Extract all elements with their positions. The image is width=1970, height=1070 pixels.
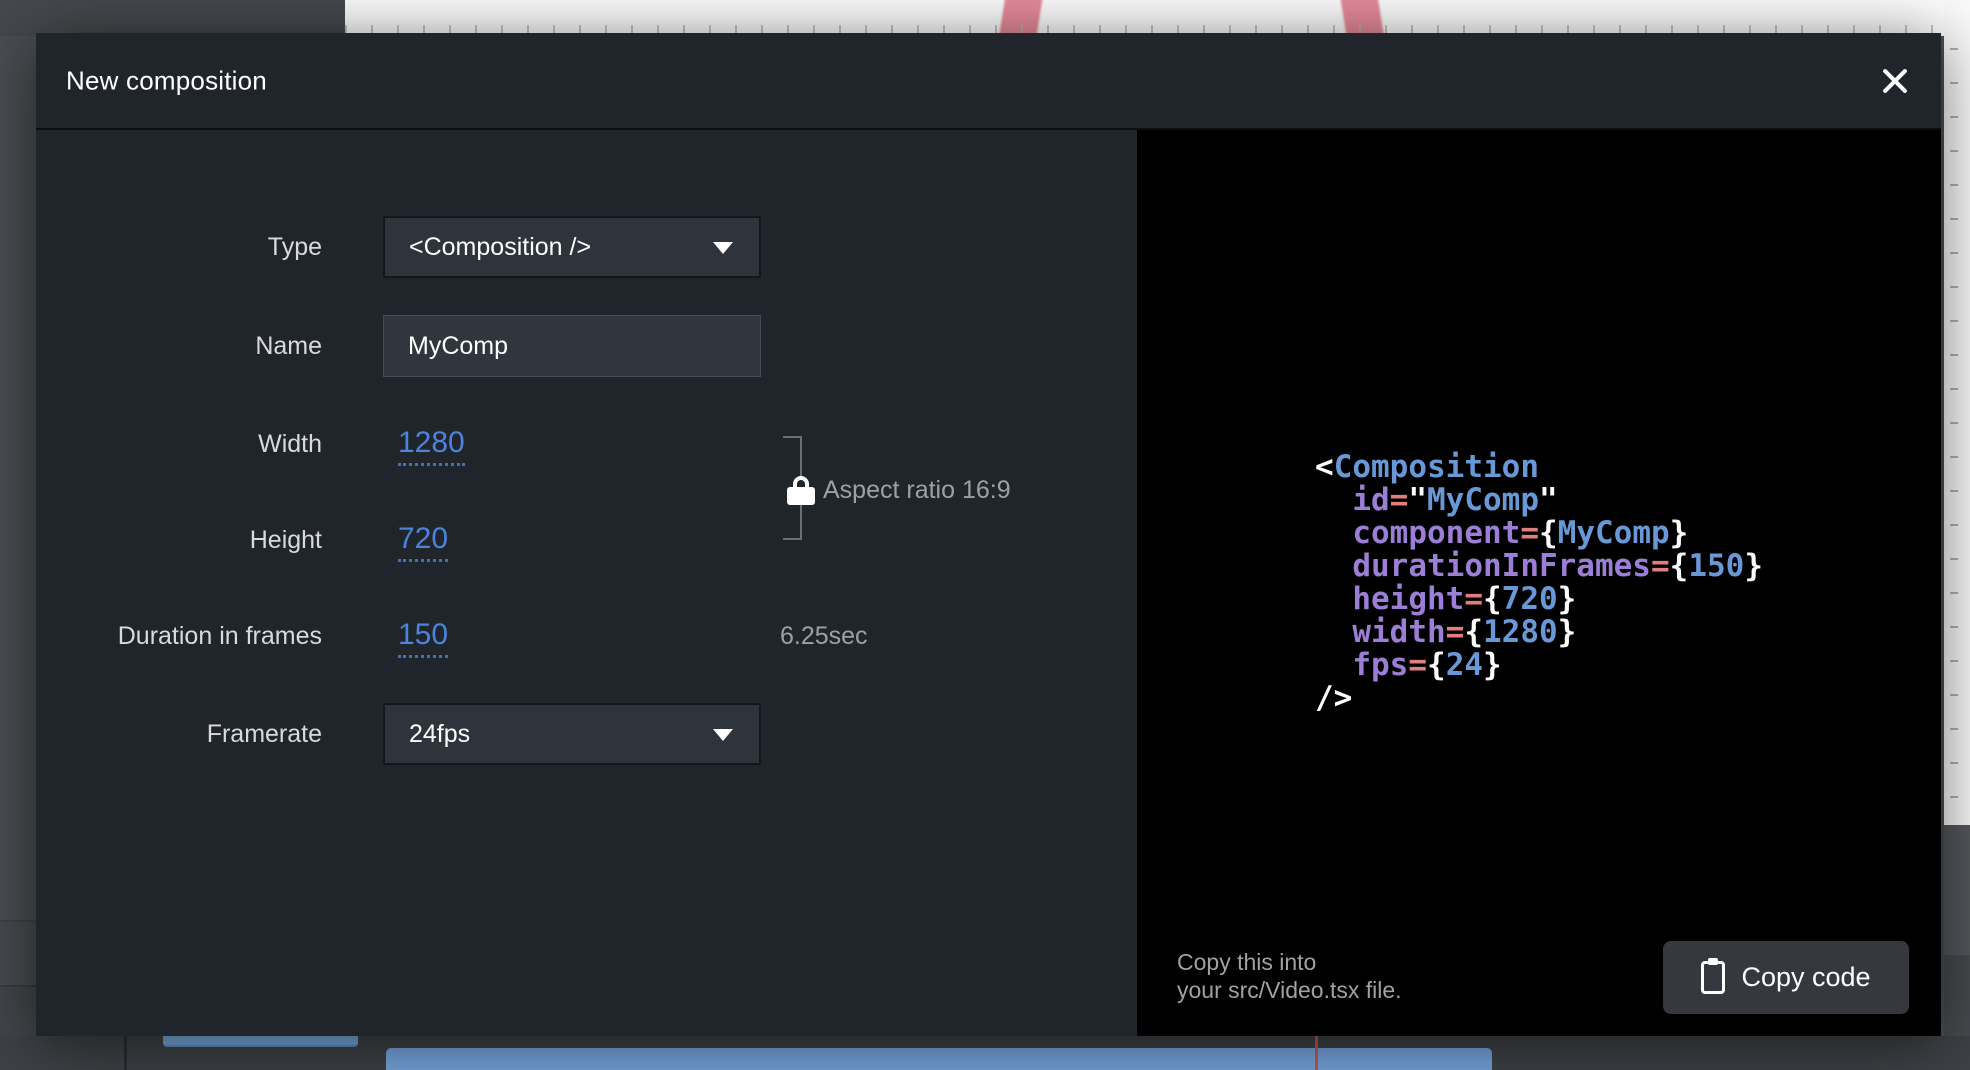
dialog-title: New composition	[66, 65, 267, 96]
height-value[interactable]: 720	[398, 522, 448, 562]
code-block: <Composition id="MyComp" component={MyCo…	[1315, 451, 1763, 715]
new-composition-dialog: New composition Type <Composition /> Nam…	[36, 33, 1941, 1036]
composition-form: Type <Composition /> Name Width 1280 Hei…	[36, 130, 1137, 1036]
name-input[interactable]	[383, 315, 761, 377]
timeline-track-bar	[163, 1036, 358, 1047]
duration-seconds-hint: 6.25sec	[780, 618, 868, 654]
code-preview-panel: <Composition id="MyComp" component={MyCo…	[1137, 130, 1941, 1036]
background-timeline	[0, 1036, 1970, 1070]
copy-code-button-label: Copy code	[1741, 962, 1870, 993]
framerate-label: Framerate	[36, 716, 322, 752]
type-select[interactable]: <Composition />	[383, 216, 761, 278]
close-icon[interactable]	[1875, 61, 1915, 101]
aspect-ratio-label: Aspect ratio 16:9	[823, 472, 1011, 508]
width-label: Width	[36, 426, 322, 462]
duration-label: Duration in frames	[36, 618, 322, 654]
timeline-track-bar	[386, 1048, 1492, 1070]
background-left-edge	[0, 36, 36, 1036]
name-label: Name	[36, 328, 322, 364]
aspect-bracket-bottom	[783, 538, 802, 540]
screen: New composition Type <Composition /> Nam…	[0, 0, 1970, 1070]
height-label: Height	[36, 522, 322, 558]
clipboard-icon	[1701, 961, 1725, 994]
copy-code-button[interactable]: Copy code	[1663, 941, 1909, 1014]
framerate-select[interactable]: 24fps	[383, 703, 761, 765]
playhead-line	[1315, 1036, 1318, 1070]
copy-instruction-line2: your src/Video.tsx file.	[1177, 976, 1402, 1004]
aspect-bracket-line	[800, 436, 802, 476]
chevron-down-icon	[713, 729, 733, 741]
dialog-titlebar: New composition	[36, 33, 1941, 128]
background-sidebar-corner	[0, 0, 345, 36]
lock-icon	[787, 476, 815, 505]
type-select-value: <Composition />	[409, 233, 591, 261]
duration-value[interactable]: 150	[398, 618, 448, 658]
dialog-body: Type <Composition /> Name Width 1280 Hei…	[36, 130, 1941, 1036]
copy-instruction-line1: Copy this into	[1177, 948, 1402, 976]
chevron-down-icon	[713, 242, 733, 254]
framerate-select-value: 24fps	[409, 720, 470, 748]
aspect-bracket-line	[800, 504, 802, 540]
copy-instruction: Copy this into your src/Video.tsx file.	[1177, 948, 1402, 1004]
ruler-dashes	[1950, 48, 1958, 810]
type-label: Type	[36, 229, 322, 265]
background-right-edge	[1944, 0, 1970, 1070]
width-value[interactable]: 1280	[398, 426, 465, 466]
timeline-divider	[124, 1036, 127, 1070]
